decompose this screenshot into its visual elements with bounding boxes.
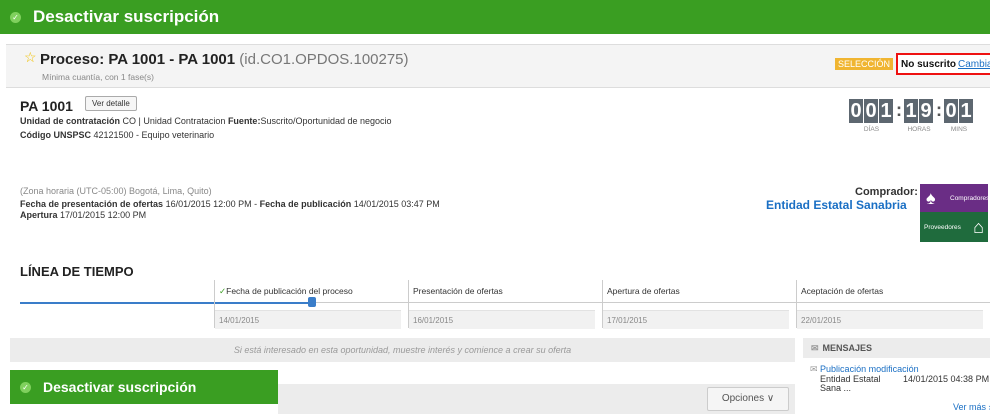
presentation-date-value: 16/01/2015 12:00 PM xyxy=(165,199,252,209)
deactivate-subscription-label: Desactivar suscripción xyxy=(33,7,220,26)
process-title-text: Proceso: PA 1001 - PA 1001 xyxy=(40,51,236,68)
unit-value: CO | Unidad Contratacion xyxy=(122,116,226,126)
timeline-step: Presentación de ofertas 16/01/2015 xyxy=(408,280,595,329)
time-zone: (Zona horaria (UTC-05:00) Bogotá, Lima, … xyxy=(20,186,212,196)
timer-mins: 01 xyxy=(944,99,974,123)
message-date: 14/01/2015 04:38 PM xyxy=(903,374,990,384)
timeline-title: LÍNEA DE TIEMPO xyxy=(20,264,134,279)
unspsc-value: 42121500 - Equipo veterinario xyxy=(93,130,215,140)
timeline-step-label: Apertura de ofertas xyxy=(607,286,680,296)
timer-mins-label: MINS xyxy=(950,126,968,133)
timeline-step-label: Presentación de ofertas xyxy=(413,286,503,296)
source-label: Fuente: xyxy=(227,116,261,126)
timeline-step-label: Aceptación de ofertas xyxy=(801,286,884,296)
timeline-step: ✓Fecha de publicación del proceso 14/01/… xyxy=(214,280,401,329)
buyers-logo: ♠ Compradores xyxy=(920,184,990,212)
timeline-step-date: 14/01/2015 xyxy=(219,316,260,325)
suppliers-logo: Proveedores ⌂ xyxy=(920,212,988,242)
source-value: Suscrito/Oportunidad de negocio xyxy=(260,116,392,126)
suppliers-logo-text: Proveedores xyxy=(924,224,961,231)
timer-hours-label: HORAS xyxy=(907,126,931,133)
phase-badge: SELECCIÓN xyxy=(835,58,894,70)
unit-line: Unidad de contratación CO | Unidad Contr… xyxy=(20,116,392,126)
options-button[interactable]: Opciones ∨ xyxy=(707,387,789,411)
buyer-person-icon: ♠ xyxy=(926,188,936,208)
process-subtitle: Mínima cuantía, con 1 fase(s) xyxy=(42,72,154,82)
timeline-current-marker xyxy=(308,297,316,307)
sticky-deactivate-subscription-label: Desactivar suscripción xyxy=(43,379,197,395)
timer-digit: 0 xyxy=(944,99,958,123)
timeline-step-label: Fecha de publicación del proceso xyxy=(226,286,353,296)
timeline-step: Aceptación de ofertas 22/01/2015 xyxy=(796,280,983,329)
sticky-deactivate-subscription-bar[interactable]: ✓ Desactivar suscripción xyxy=(10,370,278,404)
view-detail-button[interactable]: Ver detalle xyxy=(85,96,137,111)
process-title: Proceso: PA 1001 - PA 1001 (id.CO1.OPDOS… xyxy=(40,51,409,68)
opening-line: Apertura 17/01/2015 12:00 PM xyxy=(20,210,146,220)
process-id: (id.CO1.OPDOS.100275) xyxy=(239,51,409,68)
timer-digit: 1 xyxy=(904,99,918,123)
messages-header-label: MENSAJES xyxy=(822,343,873,353)
dates-separator: - xyxy=(254,199,258,209)
unspsc-label: Código UNSPSC xyxy=(20,130,91,140)
check-icon: ✓ xyxy=(10,11,21,23)
supplier-house-icon: ⌂ xyxy=(973,217,984,237)
star-icon[interactable]: ☆ xyxy=(24,49,37,66)
opening-date-value: 17/01/2015 12:00 PM xyxy=(60,210,147,220)
message-sender-2: Sana ... xyxy=(820,383,852,393)
timeline-step-date: 22/01/2015 xyxy=(801,316,842,325)
unit-label: Unidad de contratación xyxy=(20,116,121,126)
timer-digit: 0 xyxy=(864,99,878,123)
subscription-status: No suscrito xyxy=(901,58,957,70)
timeline-progress-line xyxy=(20,302,312,304)
process-code: PA 1001 xyxy=(20,98,73,114)
dates-line: Fecha de presentación de ofertas 16/01/2… xyxy=(20,199,440,209)
timer-digit: 1 xyxy=(879,99,893,123)
timer-digit: 1 xyxy=(959,99,973,123)
interest-banner: Si está interesado en esta oportunidad, … xyxy=(10,338,795,362)
change-subscription-link[interactable]: Cambiar xyxy=(958,59,990,70)
messages-header: ✉ MENSAJES xyxy=(803,338,990,358)
timeline-remaining-line xyxy=(312,302,990,303)
timer-digit: 9 xyxy=(919,99,933,123)
timer-days: 001 xyxy=(849,99,894,123)
check-icon: ✓ xyxy=(20,381,31,393)
presentation-date-label: Fecha de presentación de ofertas xyxy=(20,199,164,209)
timeline-step: Apertura de ofertas 17/01/2015 xyxy=(602,280,789,329)
countdown-timer: 001 DÍAS : 19 HORAS : 01 MINS xyxy=(849,99,974,133)
publication-date-label: Fecha de publicación xyxy=(259,199,352,209)
process-header: ☆ Proceso: PA 1001 - PA 1001 (id.CO1.OPD… xyxy=(6,44,990,88)
see-more-link[interactable]: Ver más › xyxy=(953,402,990,412)
timeline-step-date: 17/01/2015 xyxy=(607,316,648,325)
buyers-logo-text: Compradores xyxy=(950,195,990,202)
timer-digit: 0 xyxy=(849,99,863,123)
timeline-step-date: 16/01/2015 xyxy=(413,316,454,325)
unspsc-line: Código UNSPSC 42121500 - Equipo veterina… xyxy=(20,130,214,140)
opening-date-label: Apertura xyxy=(20,210,58,220)
deactivate-subscription-bar[interactable]: ✓ Desactivar suscripción xyxy=(0,0,990,34)
subscription-status-box: No suscrito Cambiar xyxy=(896,53,990,75)
timer-days-label: DÍAS xyxy=(863,126,880,133)
buyer-label: Comprador: xyxy=(855,186,918,198)
envelope-icon: ✉ xyxy=(810,364,821,374)
publication-date-value: 14/01/2015 03:47 PM xyxy=(353,199,440,209)
buyer-name-link[interactable]: Entidad Estatal Sanabria xyxy=(766,198,907,212)
message-title-link[interactable]: Publicación modificación xyxy=(820,364,919,374)
timer-hours: 19 xyxy=(904,99,934,123)
envelope-icon: ✉ xyxy=(811,343,819,353)
